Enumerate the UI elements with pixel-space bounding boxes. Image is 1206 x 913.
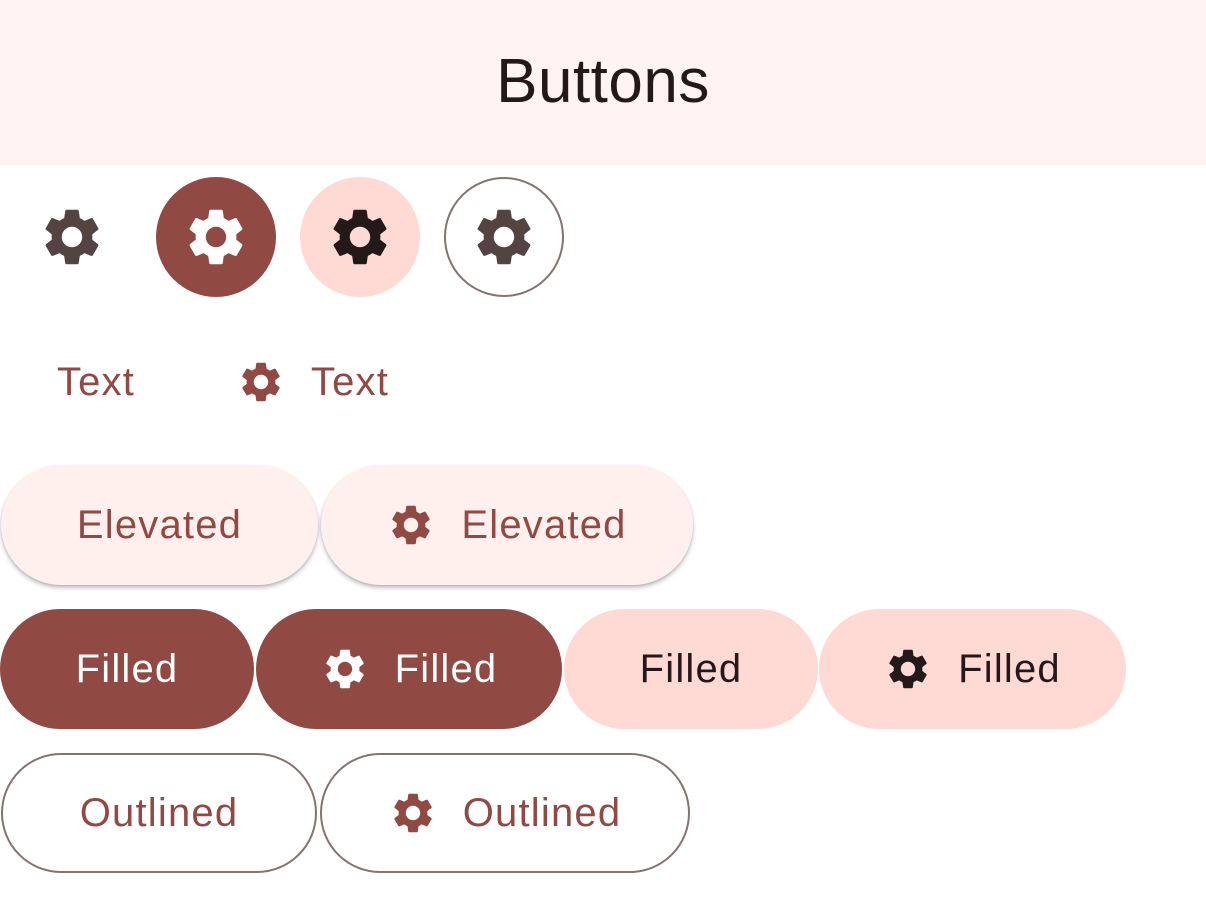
outlined-button-with-icon[interactable]: Outlined [320,753,690,873]
filled-button-with-icon-label: Filled [394,647,498,691]
gear-icon [325,649,364,689]
outlined-button-with-icon-label: Outlined [462,791,622,835]
outlined-icon-button[interactable] [444,177,564,297]
outlined-button[interactable]: Outlined [1,753,317,873]
elevated-button-label: Elevated [76,503,243,547]
gear-icon [189,209,243,265]
gear-icon [333,209,387,265]
filled-icon-button[interactable] [156,177,276,297]
gear-icon [45,209,99,265]
tonal-button[interactable]: Filled [564,609,818,729]
text-button-with-icon-label: Text [310,360,390,404]
page-title: Buttons [496,47,710,116]
standard-icon-button[interactable] [12,177,132,297]
tonal-button-with-icon-label: Filled [958,647,1061,691]
tonal-button-label: Filled [639,647,743,691]
text-button[interactable]: Text [22,322,170,442]
tonal-button-with-icon[interactable]: Filled [819,609,1126,729]
gear-icon [394,793,432,833]
filled-button[interactable]: Filled [0,609,254,729]
filled-button-label: Filled [75,647,179,691]
elevated-button[interactable]: Elevated [1,465,318,585]
gear-icon [242,362,280,402]
gear-icon [392,505,431,545]
filled-button-with-icon[interactable]: Filled [256,609,562,729]
elevated-button-with-icon[interactable]: Elevated [321,465,693,585]
elevated-button-with-icon-label: Elevated [461,503,627,547]
top-app-bar: Buttons [0,0,1206,165]
outlined-button-label: Outlined [79,791,239,835]
gear-icon [477,209,531,265]
gear-icon [889,649,927,689]
tonal-icon-button[interactable] [300,177,420,297]
text-button-label: Text [56,360,136,404]
text-button-with-icon[interactable]: Text [204,322,422,442]
